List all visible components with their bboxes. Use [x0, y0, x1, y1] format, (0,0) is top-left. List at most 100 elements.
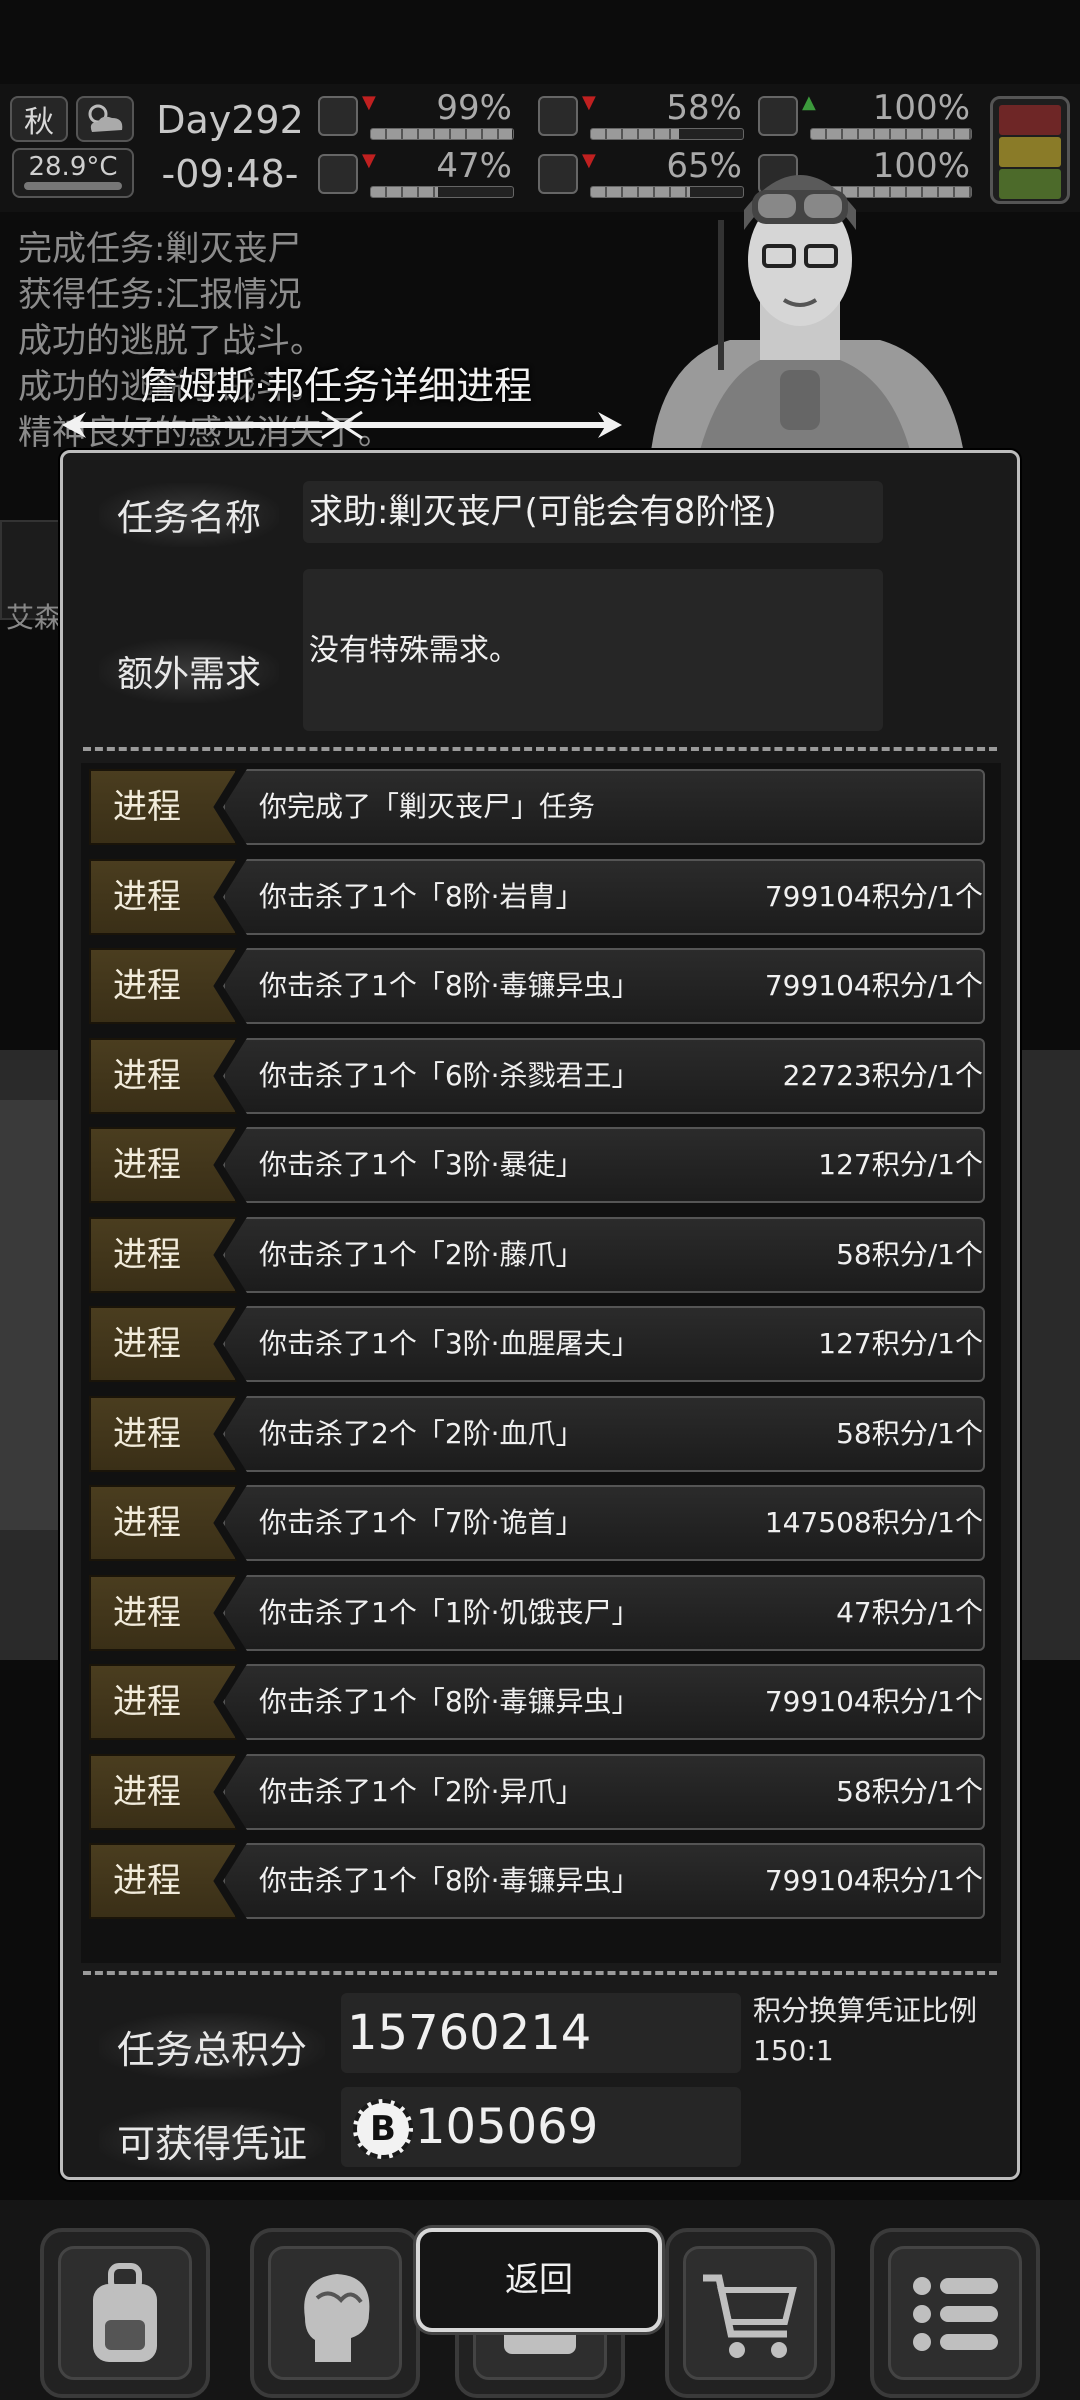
progress-row: 进程 你击杀了1个「3阶·暴徒」 127积分/1个 [89, 1121, 989, 1203]
danger-green-light [999, 169, 1061, 199]
nav-menu-button[interactable] [870, 2228, 1040, 2398]
progress-row: 进程 你击杀了1个「8阶·毒镰异虫」 799104积分/1个 [89, 942, 989, 1024]
progress-tag: 进程 [89, 769, 237, 845]
progress-score: 47积分/1个 [836, 1596, 983, 1629]
stat-bar [370, 186, 514, 198]
weather-cloud-sun-icon [76, 96, 134, 142]
task-name-value: 求助:剿灭丧尸(可能会有8阶怪) [309, 492, 777, 532]
total-score-label: 任务总积分 [99, 2013, 326, 2080]
progress-description: 你击杀了1个「8阶·毒镰异虫」 [259, 1864, 640, 1897]
progress-tag: 进程 [89, 1843, 237, 1919]
progress-tag: 进程 [89, 859, 237, 935]
temperature-display: 28.9°C [12, 148, 134, 198]
progress-row: 进程 你击杀了1个「3阶·血腥屠夫」 127积分/1个 [89, 1300, 989, 1382]
progress-tag: 进程 [89, 1754, 237, 1830]
stat-value: 99% [436, 88, 512, 128]
game-clock: -09:48- [161, 152, 299, 196]
progress-description: 你击杀了2个「2阶·血爪」 [259, 1417, 584, 1450]
stomach-icon [538, 96, 578, 136]
progress-row: 进程 你击杀了1个「2阶·藤爪」 58积分/1个 [89, 1211, 989, 1293]
progress-tag: 进程 [89, 1127, 237, 1203]
task-name-label: 任务名称 [99, 483, 280, 547]
progress-row: 进程 你击杀了1个「8阶·毒镰异虫」 799104积分/1个 [89, 1658, 989, 1740]
trend-down-icon: ▼ [582, 92, 596, 113]
progress-description: 你击杀了1个「3阶·暴徒」 [259, 1148, 584, 1181]
progress-list[interactable]: 进程 你完成了「剿灭丧尸」任务 进程 你击杀了1个「8阶·岩胄」 799104积分/1个… [81, 763, 1001, 1963]
progress-tag: 进程 [89, 1664, 237, 1740]
progress-tag: 进程 [89, 1038, 237, 1114]
progress-row: 进程 你击杀了1个「8阶·毒镰异虫」 799104积分/1个 [89, 1837, 989, 1919]
progress-tag: 进程 [89, 1217, 237, 1293]
menu-list-icon [913, 2277, 998, 2351]
stat-bar-fill [371, 129, 512, 139]
progress-row: 进程 你击杀了1个「8阶·岩胄」 799104积分/1个 [89, 853, 989, 935]
total-score-field: 15760214 [341, 1993, 741, 2073]
progress-score: 147508积分/1个 [764, 1506, 983, 1539]
back-button-label: 返回 [505, 2260, 573, 2300]
trend-down-icon: ▼ [362, 150, 376, 171]
exchange-ratio: 积分换算凭证比例 150:1 [753, 1991, 977, 2071]
progress-score: 799104积分/1个 [764, 969, 983, 1002]
voucher-value: 105069 [415, 2099, 599, 2155]
progress-score: 58积分/1个 [836, 1417, 983, 1450]
stat-value: 100% [872, 88, 970, 128]
progress-row: 进程 你击杀了1个「2阶·异爪」 58积分/1个 [89, 1748, 989, 1830]
progress-score: 799104积分/1个 [764, 1864, 983, 1897]
progress-row: 进程 你击杀了1个「7阶·诡首」 147508积分/1个 [89, 1479, 989, 1561]
brain-icon [304, 2274, 370, 2362]
log-line: 获得任务:汇报情况 [18, 275, 302, 315]
temperature-bar [24, 182, 122, 190]
task-detail-dialog: 任务名称 求助:剿灭丧尸(可能会有8阶怪) 额外需求 没有特殊需求。 进程 你完成… [60, 450, 1020, 2180]
season-indicator: 秋 [10, 96, 68, 142]
progress-score: 58积分/1个 [836, 1775, 983, 1808]
stat-bar [810, 128, 972, 140]
progress-score: 22723积分/1个 [782, 1059, 983, 1092]
nav-backpack-button[interactable] [40, 2228, 210, 2398]
progress-description: 你击杀了1个「3阶·血腥屠夫」 [259, 1327, 640, 1360]
boot-icon [318, 154, 358, 194]
voucher-label: 可获得凭证 [99, 2107, 326, 2174]
progress-score: 799104积分/1个 [764, 1685, 983, 1718]
progress-description: 你击杀了1个「2阶·藤爪」 [259, 1238, 584, 1271]
progress-score: 127积分/1个 [818, 1327, 983, 1360]
task-name-field: 求助:剿灭丧尸(可能会有8阶怪) [303, 481, 883, 543]
background-map-edge [0, 1100, 64, 1530]
back-button[interactable]: 返回 [416, 2228, 662, 2332]
title-ornament [62, 410, 622, 440]
progress-row: 进程 你完成了「剿灭丧尸」任务 [89, 763, 989, 845]
divider-bottom [83, 1971, 997, 1975]
progress-score: 58积分/1个 [836, 1238, 983, 1271]
trend-up-icon: ▲ [802, 92, 816, 113]
nav-shop-button[interactable] [665, 2228, 835, 2398]
extra-requirement-value: 没有特殊需求。 [309, 633, 519, 668]
character-portrait [650, 175, 965, 460]
stat-bar-fill [591, 129, 680, 139]
day-counter: Day292 [156, 98, 304, 142]
extra-requirement-label: 额外需求 [99, 639, 280, 703]
progress-score: 127积分/1个 [818, 1148, 983, 1181]
dialog-title: 詹姆斯·邦任务详细进程 [140, 364, 533, 408]
total-score-value: 15760214 [347, 2005, 592, 2061]
progress-tag: 进程 [89, 1575, 237, 1651]
trend-down-icon: ▼ [362, 92, 376, 113]
bitcoin-voucher-icon: B [353, 2099, 413, 2159]
stat-bar [370, 128, 514, 140]
progress-description: 你击杀了1个「6阶·杀戮君王」 [259, 1059, 640, 1092]
progress-description: 你击杀了1个「8阶·毒镰异虫」 [259, 969, 640, 1002]
cart-icon [703, 2274, 797, 2358]
stat-energy: ▲ 100% [758, 88, 976, 142]
background-side-label: 艾森 [6, 601, 63, 634]
danger-level-indicator[interactable] [990, 96, 1070, 204]
stat-boot: ▼ 47% [318, 146, 518, 200]
nav-skills-button[interactable] [250, 2228, 420, 2398]
danger-red-light [999, 105, 1061, 135]
stat-bar [590, 128, 744, 140]
stat-value: 47% [436, 146, 512, 186]
danger-yellow-light [999, 137, 1061, 167]
progress-description: 你击杀了1个「2阶·异爪」 [259, 1775, 584, 1808]
exchange-ratio-value: 150:1 [753, 2034, 834, 2067]
stat-medkit: ▼ 99% [318, 88, 518, 142]
season-label: 秋 [24, 105, 54, 140]
medkit-icon [318, 96, 358, 136]
progress-row: 进程 你击杀了1个「6阶·杀戮君王」 22723积分/1个 [89, 1032, 989, 1114]
